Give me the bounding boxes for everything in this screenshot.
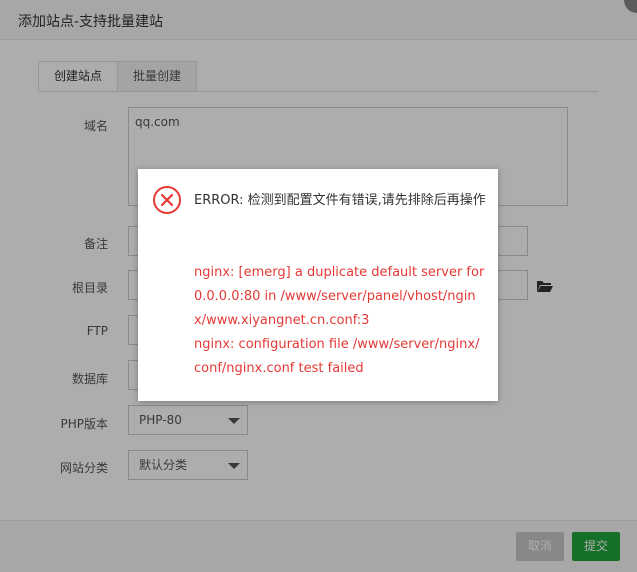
error-details: nginx: [emerg] a duplicate default serve…: [194, 261, 486, 381]
error-heading: ERROR: 检测到配置文件有错误,请先排除后再操作: [194, 193, 486, 208]
error-circle-icon: [153, 186, 181, 214]
error-message-box: ERROR: 检测到配置文件有错误,请先排除后再操作 nginx: [emerg…: [138, 169, 498, 401]
error-detail-text: nginx: [emerg] a duplicate default serve…: [194, 265, 485, 376]
